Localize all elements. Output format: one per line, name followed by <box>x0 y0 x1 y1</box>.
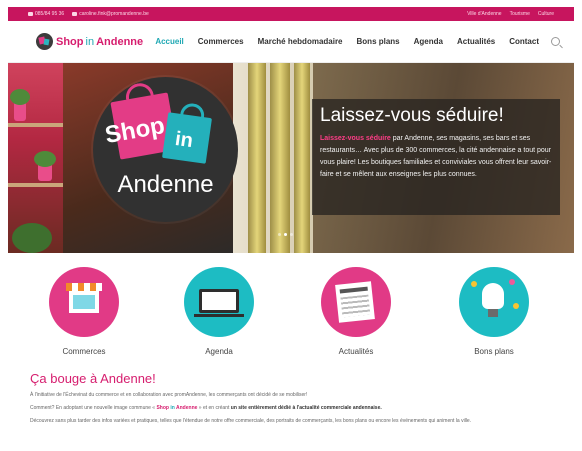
hero-plant <box>34 151 56 167</box>
bons-plans-circle[interactable] <box>459 267 529 337</box>
badge-in-text: in <box>173 127 195 153</box>
p2-in: in <box>168 405 177 411</box>
slider-dots <box>278 233 293 236</box>
intro-paragraph: Comment? En adoptant une nouvelle image … <box>30 404 552 412</box>
email-text: caroline.fink@promandenne.be <box>79 11 149 17</box>
nav-accueil[interactable]: Accueil <box>148 37 190 46</box>
email-contact[interactable]: caroline.fink@promandenne.be <box>72 11 149 17</box>
hero-slider: Shop in Andenne Laissez-vous séduire! La… <box>8 63 574 253</box>
hero-shelf <box>8 183 63 187</box>
hero-curtain <box>270 63 290 253</box>
feature-bons-plans[interactable]: Bons plans <box>449 267 539 356</box>
hero-title: Laissez-vous séduire! <box>320 105 504 126</box>
actualites-circle[interactable] <box>321 267 391 337</box>
topbar-link-tourisme[interactable]: Tourisme <box>510 11 530 17</box>
hero-caption: Laissez-vous séduire! Laissez-vous sédui… <box>312 99 560 215</box>
slider-dot[interactable] <box>290 233 293 236</box>
feature-commerces[interactable]: Commerces <box>39 267 129 356</box>
slider-dot-active[interactable] <box>284 233 287 236</box>
p2-text: Comment? En adoptant une nouvelle image … <box>30 405 157 411</box>
logo-shop: Shop <box>56 35 84 48</box>
lightbulb-icon <box>482 283 504 317</box>
feature-blocks: Commerces Agenda Actualités Bons plans <box>8 253 574 371</box>
search-icon[interactable] <box>551 37 560 46</box>
phone-contact[interactable]: 085/84 95 36 <box>28 11 64 17</box>
nav-commerces[interactable]: Commerces <box>191 37 251 46</box>
laptop-icon <box>194 289 244 317</box>
spark-icon <box>471 281 477 287</box>
hero-plant <box>12 223 52 253</box>
slider-dot[interactable] <box>278 233 281 236</box>
p2-bold: un site entièrement dédié à l'actualité … <box>230 405 382 411</box>
spark-icon <box>509 279 515 285</box>
section-heading: Ça bouge à Andenne! <box>30 371 156 386</box>
logo-badge-icon <box>36 33 53 50</box>
hero-curtain <box>248 63 266 253</box>
logo-andenne: Andenne <box>96 35 144 48</box>
p2-shop: Shop <box>156 405 169 411</box>
spark-icon <box>513 303 519 309</box>
agenda-circle[interactable] <box>184 267 254 337</box>
hero-logo-badge: Shop in Andenne <box>93 77 238 222</box>
newspaper-icon <box>335 281 375 323</box>
feature-agenda[interactable]: Agenda <box>174 267 264 356</box>
nav-agenda[interactable]: Agenda <box>407 37 450 46</box>
feature-label[interactable]: Bons plans <box>449 347 539 356</box>
nav-actualites[interactable]: Actualités <box>450 37 502 46</box>
feature-label[interactable]: Agenda <box>174 347 264 356</box>
hero-plant <box>10 89 30 105</box>
hero-curtain <box>294 63 310 253</box>
topbar-link-ville[interactable]: Ville d'Andenne <box>467 11 502 17</box>
intro-paragraph: Découvrez sans plus tarder des infos var… <box>30 418 472 424</box>
top-bar: 085/84 95 36 caroline.fink@promandenne.b… <box>8 7 574 21</box>
logo-in: in <box>85 35 95 48</box>
page: 085/84 95 36 caroline.fink@promandenne.b… <box>8 7 574 451</box>
logo-text: Shop in Andenne <box>56 36 143 48</box>
feature-label[interactable]: Commerces <box>39 347 129 356</box>
hero-text-highlight: Laissez-vous séduire <box>320 135 391 142</box>
nav-bons-plans[interactable]: Bons plans <box>350 37 407 46</box>
badge-andenne-text: Andenne <box>117 171 214 198</box>
phone-icon <box>28 12 33 16</box>
commerces-circle[interactable] <box>49 267 119 337</box>
intro-paragraph: À l'initiative de l'Échevinat du commerc… <box>30 392 308 398</box>
hero-shelf <box>8 123 63 127</box>
nav-contact[interactable]: Contact <box>502 37 546 46</box>
feature-label[interactable]: Actualités <box>311 347 401 356</box>
phone-text: 085/84 95 36 <box>35 11 65 17</box>
site-header: Shop in Andenne Accueil Commerces Marché h… <box>8 21 574 63</box>
intro-section: Ça bouge à Andenne! À l'initiative de l'… <box>8 371 574 425</box>
topbar-link-culture[interactable]: Culture <box>538 11 554 17</box>
p2-andenne: Andenne <box>176 405 198 411</box>
mail-icon <box>72 12 78 16</box>
site-logo[interactable]: Shop in Andenne <box>36 33 143 50</box>
nav-marche[interactable]: Marché hebdomadaire <box>251 37 350 46</box>
hero-text: Laissez-vous séduire par Andenne, ses ma… <box>320 133 552 181</box>
feature-actualites[interactable]: Actualités <box>311 267 401 356</box>
p2-text: » et en créant <box>197 405 231 411</box>
storefront-icon <box>66 283 102 313</box>
main-nav: Accueil Commerces Marché hebdomadaire Bo… <box>148 37 560 46</box>
